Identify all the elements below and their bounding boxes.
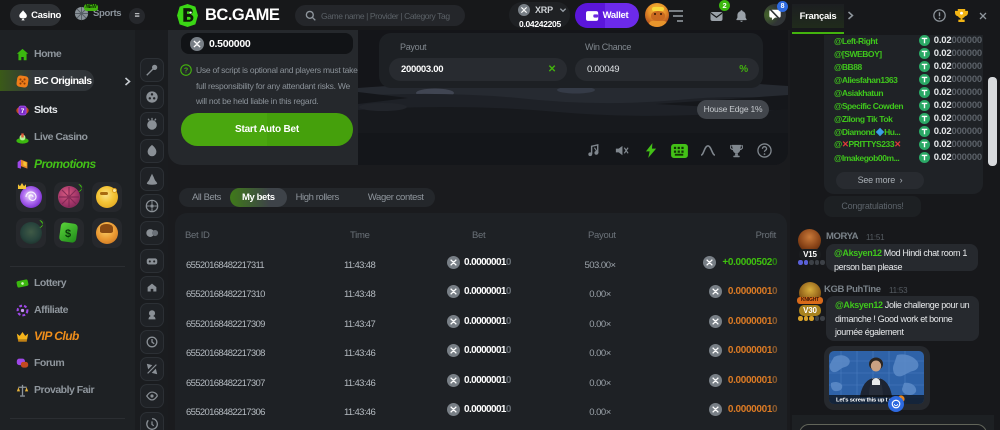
svg-text:7: 7 <box>21 107 25 114</box>
svg-text:Let's screw this up t er: Let's screw this up t er <box>836 398 895 404</box>
svg-text:?: ? <box>184 67 188 75</box>
